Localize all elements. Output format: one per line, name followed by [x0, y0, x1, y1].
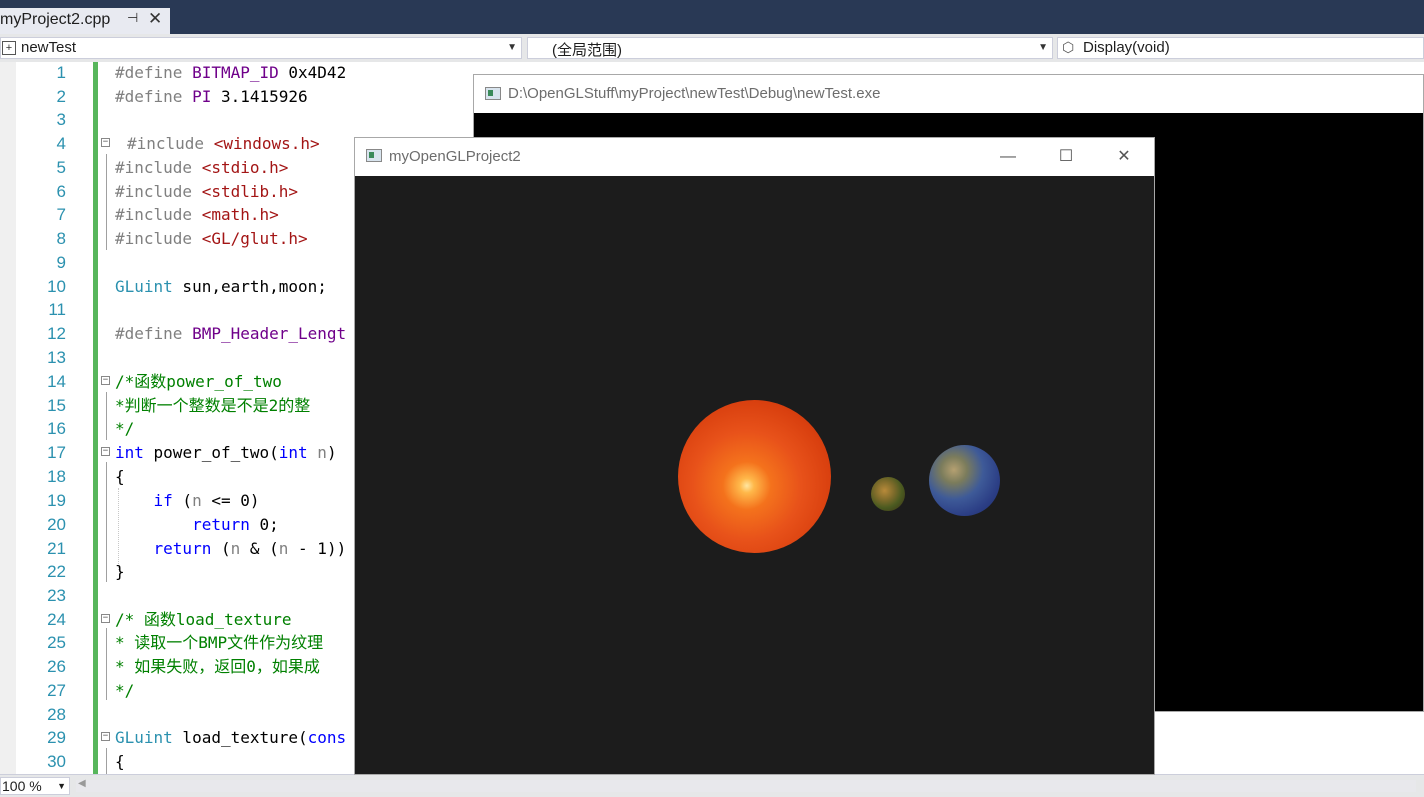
- line-number-text: 23: [47, 586, 66, 605]
- line-number-text: 7: [56, 205, 66, 224]
- editor-status-bar: 100 % ▼ ◀: [0, 774, 1424, 797]
- line-number-text: 9: [56, 253, 66, 272]
- method-cube-icon: ⬡: [1062, 39, 1075, 55]
- horizontal-scrollbar[interactable]: ◀: [76, 778, 1416, 792]
- moon-sphere: [871, 477, 905, 511]
- line-number-text: 15: [47, 396, 66, 415]
- member-dropdown[interactable]: ⬡ Display(void): [1057, 37, 1424, 59]
- line-number-text: 6: [56, 182, 66, 201]
- line-number-text: 1: [56, 63, 66, 82]
- opengl-titlebar[interactable]: myOpenGLProject2 — ☐ ✕: [355, 138, 1154, 176]
- chevron-down-icon: ▼: [507, 42, 517, 53]
- chevron-down-icon: ▼: [57, 781, 66, 791]
- pin-icon[interactable]: ⊣: [127, 10, 138, 26]
- collapse-icon[interactable]: −: [101, 376, 110, 385]
- chevron-down-icon: ▼: [1038, 42, 1048, 53]
- line-number-text: 24: [47, 610, 66, 629]
- scroll-left-icon[interactable]: ◀: [78, 778, 86, 789]
- change-tracking-bar: [93, 62, 98, 774]
- document-tab-strip: myProject2.cpp ⊣ ✕: [0, 0, 1424, 34]
- line-number-text: 17: [47, 443, 66, 462]
- close-button[interactable]: ✕: [1095, 138, 1153, 176]
- line-number-text: 27: [47, 681, 66, 700]
- console-app-icon: [485, 87, 501, 100]
- line-number-text: 22: [47, 562, 66, 581]
- maximize-button[interactable]: ☐: [1037, 138, 1095, 176]
- collapse-icon[interactable]: −: [101, 138, 110, 147]
- console-window-title: D:\OpenGLStuff\myProject\newTest\Debug\n…: [508, 85, 881, 102]
- line-number-text: 2: [56, 87, 66, 106]
- line-number-text: 8: [56, 229, 66, 248]
- line-number-text: 14: [47, 372, 66, 391]
- line-number-text: 3: [56, 110, 66, 129]
- opengl-window-title: myOpenGLProject2: [389, 148, 521, 165]
- collapse-icon[interactable]: −: [101, 614, 110, 623]
- project-dropdown[interactable]: + newTest ▼: [0, 37, 522, 59]
- scope-dropdown-value: (全局范围): [552, 42, 622, 59]
- member-dropdown-value: Display(void): [1083, 39, 1170, 56]
- tab-title: myProject2.cpp: [0, 11, 111, 28]
- close-tab-icon[interactable]: ✕: [148, 9, 162, 29]
- scope-dropdown[interactable]: (全局范围) ▼: [527, 37, 1053, 59]
- zoom-dropdown[interactable]: 100 % ▼: [0, 777, 70, 795]
- line-number-text: 26: [47, 657, 66, 676]
- line-number-text: 16: [47, 419, 66, 438]
- line-number-text: 29: [47, 728, 66, 747]
- opengl-app-icon: [366, 149, 382, 162]
- collapse-icon[interactable]: −: [101, 732, 110, 741]
- fold-outline: [106, 392, 107, 440]
- line-number-text: 18: [47, 467, 66, 486]
- line-number-text: 30: [47, 752, 66, 771]
- navigation-bar: + newTest ▼ (全局范围) ▼ ⬡ Display(void): [0, 34, 1424, 63]
- line-number-text: 20: [47, 515, 66, 534]
- console-titlebar[interactable]: D:\OpenGLStuff\myProject\newTest\Debug\n…: [474, 75, 1423, 113]
- selection-margin: [0, 62, 16, 774]
- project-icon: +: [2, 41, 16, 55]
- project-dropdown-value: newTest: [21, 39, 77, 56]
- earth-sphere: [929, 445, 1000, 516]
- line-number-text: 11: [48, 300, 66, 319]
- line-number-text: 21: [47, 539, 66, 558]
- line-number-text: 13: [47, 348, 66, 367]
- fold-outline: [106, 628, 107, 700]
- fold-outline: [106, 748, 107, 774]
- line-number-text: 19: [47, 491, 66, 510]
- tab-myproject2-cpp[interactable]: myProject2.cpp ⊣ ✕: [0, 8, 170, 34]
- minimize-button[interactable]: —: [979, 138, 1037, 176]
- fold-outline: [106, 154, 107, 250]
- opengl-window[interactable]: myOpenGLProject2 — ☐ ✕: [354, 137, 1155, 775]
- fold-outline: [106, 462, 107, 582]
- line-number-text: 10: [47, 277, 66, 296]
- line-number-text: 4: [56, 134, 66, 153]
- line-number-text: 28: [47, 705, 66, 724]
- collapse-icon[interactable]: −: [101, 447, 110, 456]
- line-number-text: 12: [47, 324, 66, 343]
- line-number-text: 5: [56, 158, 66, 177]
- zoom-value: 100 %: [2, 778, 42, 794]
- line-number-text: 25: [47, 633, 66, 652]
- sun-sphere: [678, 400, 831, 553]
